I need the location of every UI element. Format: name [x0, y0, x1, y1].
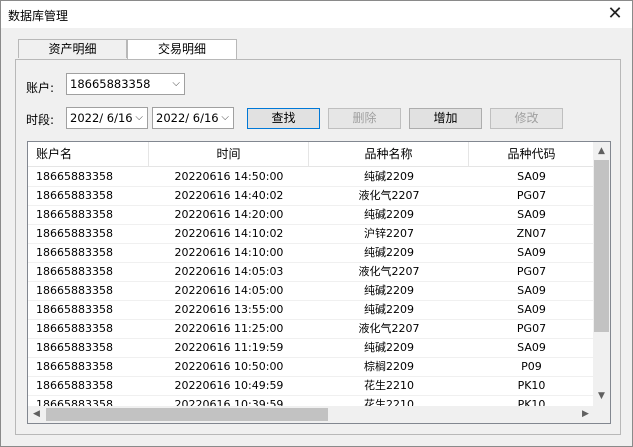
cell-account: 18665883358: [36, 208, 113, 221]
cell-product-name: 液化气2207: [358, 265, 420, 278]
search-button[interactable]: 查找: [247, 108, 320, 129]
cell-product-code: SA09: [517, 170, 546, 183]
table-row[interactable]: 18665883358 20220616 14:05:03 液化气2207 PG07: [28, 262, 594, 282]
cell-product-name: 纯碱2209: [364, 170, 414, 183]
vertical-scrollbar[interactable]: ▲ ▼: [593, 142, 610, 406]
account-label: 账户:: [26, 81, 55, 95]
add-button[interactable]: 增加: [409, 108, 482, 129]
cell-product-code: PK10: [517, 379, 546, 392]
scroll-left-icon[interactable]: ◀: [28, 406, 45, 423]
cell-time: 20220616 11:25:00: [174, 322, 284, 335]
date-to-picker[interactable]: 2022/ 6/16 ⌵: [152, 107, 234, 129]
close-icon[interactable]: ✕: [604, 3, 626, 25]
tab-asset-details[interactable]: 资产明细: [18, 39, 127, 58]
cell-account: 18665883358: [36, 303, 113, 316]
cell-time: 20220616 10:50:00: [174, 360, 284, 373]
cell-product-code: SA09: [517, 303, 546, 316]
cell-product-name: 纯碱2209: [364, 303, 414, 316]
cell-account: 18665883358: [36, 284, 113, 297]
table-row[interactable]: 18665883358 20220616 10:50:00 棕榈2209 P09: [28, 357, 594, 377]
table-row[interactable]: 18665883358 20220616 10:49:59 花生2210 PK10: [28, 376, 594, 396]
cell-product-name: 沪锌2207: [364, 227, 414, 240]
chevron-down-icon: ⌵: [172, 78, 180, 89]
chevron-down-icon: ⌵: [135, 112, 143, 123]
window-title: 数据库管理: [8, 9, 69, 23]
table-row[interactable]: 18665883358 20220616 14:05:00 纯碱2209 SA09: [28, 281, 594, 301]
cell-product-code: SA09: [517, 284, 546, 297]
table-row[interactable]: 18665883358 20220616 11:19:59 纯碱2209 SA09: [28, 338, 594, 358]
table-row[interactable]: 18665883358 20220616 14:10:02 沪锌2207 ZN07: [28, 224, 594, 244]
table-row[interactable]: 18665883358 20220616 13:55:00 纯碱2209 SA09: [28, 300, 594, 320]
vertical-scroll-thumb[interactable]: [594, 160, 609, 332]
cell-product-code: SA09: [517, 246, 546, 259]
column-header-time[interactable]: 时间: [149, 142, 309, 166]
column-header-product-code[interactable]: 品种代码: [469, 142, 594, 166]
cell-time: 20220616 14:05:00: [174, 284, 284, 297]
cell-product-code: PG07: [516, 322, 547, 335]
cell-product-code: PG07: [516, 265, 547, 278]
cell-time: 20220616 14:40:02: [174, 189, 284, 202]
cell-product-name: 纯碱2209: [364, 284, 414, 297]
title-bar: 数据库管理 ✕: [1, 1, 632, 28]
tab-strip: 资产明细 交易明细: [15, 39, 621, 60]
cell-product-name: 纯碱2209: [364, 208, 414, 221]
chevron-down-icon: ⌵: [221, 112, 229, 123]
cell-time: 20220616 14:50:00: [174, 170, 284, 183]
tab-trade-details[interactable]: 交易明细: [127, 39, 237, 59]
cell-time: 20220616 10:49:59: [174, 379, 284, 392]
cell-product-name: 纯碱2209: [364, 341, 414, 354]
account-select[interactable]: 18665883358 ⌵: [66, 73, 185, 95]
cell-account: 18665883358: [36, 341, 113, 354]
cell-product-code: P09: [521, 360, 542, 373]
cell-product-code: SA09: [517, 341, 546, 354]
table-row[interactable]: 18665883358 20220616 14:40:02 液化气2207 PG07: [28, 186, 594, 206]
cell-account: 18665883358: [36, 360, 113, 373]
cell-product-code: PG07: [516, 189, 547, 202]
cell-product-name: 纯碱2209: [364, 246, 414, 259]
cell-product-code: ZN07: [516, 227, 547, 240]
delete-button[interactable]: 删除: [328, 108, 401, 129]
cell-product-name: 棕榈2209: [364, 360, 414, 373]
cell-account: 18665883358: [36, 189, 113, 202]
cell-account: 18665883358: [36, 322, 113, 335]
column-header-account[interactable]: 账户名: [28, 142, 149, 166]
database-manager-window: 数据库管理 ✕ 资产明细 交易明细 账户: 18665883358 ⌵ 时段: …: [0, 0, 633, 447]
table-row[interactable]: 18665883358 20220616 14:50:00 纯碱2209 SA09: [28, 167, 594, 187]
scroll-up-icon[interactable]: ▲: [593, 143, 610, 160]
table-row[interactable]: 18665883358 20220616 11:25:00 液化气2207 PG07: [28, 319, 594, 339]
cell-account: 18665883358: [36, 265, 113, 278]
cell-account: 18665883358: [36, 227, 113, 240]
cell-time: 20220616 14:20:00: [174, 208, 284, 221]
cell-time: 20220616 14:10:00: [174, 246, 284, 259]
horizontal-scroll-thumb[interactable]: [46, 408, 328, 421]
table-header: 账户名 时间 品种名称 品种代码: [28, 142, 594, 167]
cell-product-name: 液化气2207: [358, 189, 420, 202]
scroll-down-icon[interactable]: ▼: [593, 388, 610, 405]
date-from-picker[interactable]: 2022/ 6/16 ⌵: [66, 107, 148, 129]
scrollbar-corner: [593, 406, 610, 423]
edit-button[interactable]: 修改: [490, 108, 563, 129]
date-from-value: 2022/ 6/16: [70, 111, 133, 125]
cell-account: 18665883358: [36, 170, 113, 183]
cell-account: 18665883358: [36, 379, 113, 392]
column-header-product-name[interactable]: 品种名称: [309, 142, 469, 166]
cell-product-code: SA09: [517, 208, 546, 221]
period-label: 时段:: [26, 113, 55, 127]
date-to-value: 2022/ 6/16: [156, 111, 219, 125]
table-row[interactable]: 18665883358 20220616 14:20:00 纯碱2209 SA09: [28, 205, 594, 225]
cell-account: 18665883358: [36, 246, 113, 259]
horizontal-scrollbar[interactable]: ◀ ▶: [28, 406, 594, 423]
cell-time: 20220616 14:10:02: [174, 227, 284, 240]
cell-product-name: 液化气2207: [358, 322, 420, 335]
cell-product-name: 花生2210: [364, 379, 414, 392]
cell-time: 20220616 13:55:00: [174, 303, 284, 316]
table-row[interactable]: 18665883358 20220616 14:10:00 纯碱2209 SA09: [28, 243, 594, 263]
account-select-value: 18665883358: [70, 77, 151, 91]
scroll-right-icon[interactable]: ▶: [577, 406, 594, 423]
cell-time: 20220616 11:19:59: [174, 341, 284, 354]
cell-time: 20220616 14:05:03: [174, 265, 284, 278]
trade-table: 账户名 时间 品种名称 品种代码 18665883358 20220616 14:…: [27, 141, 611, 424]
